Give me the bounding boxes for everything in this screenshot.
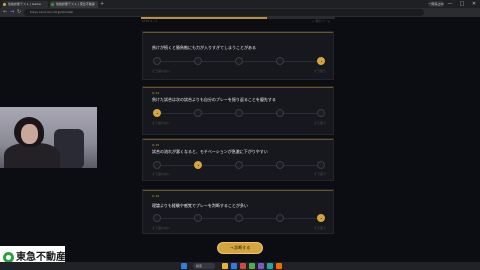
app-icon[interactable]	[249, 263, 255, 269]
scale-left-label: そう思わない	[152, 172, 171, 176]
scale-option-selected[interactable]	[153, 109, 161, 117]
minimize-button[interactable]: —	[444, 0, 456, 8]
window-controls: — □ ✕	[444, 0, 480, 8]
scale-option[interactable]	[276, 161, 284, 169]
file-explorer-icon[interactable]	[222, 263, 228, 269]
answer-scale	[153, 161, 325, 169]
question-number: Q.14	[152, 91, 160, 95]
scale-option[interactable]	[317, 161, 325, 169]
diagnose-button[interactable]: → 診断する	[217, 242, 263, 254]
scale-option-selected[interactable]	[317, 57, 325, 65]
maximize-button[interactable]: □	[456, 0, 468, 8]
scale-right-label: そう思う	[313, 69, 326, 73]
app-icon[interactable]	[276, 263, 282, 269]
start-menu-icon[interactable]	[181, 263, 187, 269]
scale-option[interactable]	[235, 161, 243, 169]
app-icon[interactable]	[258, 263, 264, 269]
question-card: Q.15 試合の流れが悪くなると、モチベーションが急激に下がりやすい そう思わな…	[142, 138, 334, 181]
question-text: 理論よりも経験や感覚でプレーを判断することが多い	[152, 203, 248, 208]
scale-left-label: そう思わない	[152, 69, 171, 73]
scale-option[interactable]	[153, 161, 161, 169]
scale-right-label: そう思う	[313, 172, 326, 176]
scale-right-label: そう思う	[313, 121, 326, 125]
scale-option[interactable]	[194, 57, 202, 65]
browser-tab-bar: 性格診断テスト | Game 性格診断テスト | 東急不動産 + 一時停止中 —…	[0, 0, 480, 8]
card-accent-line	[143, 87, 333, 88]
scale-option[interactable]	[153, 57, 161, 65]
app-icon[interactable]	[267, 263, 273, 269]
answer-scale	[153, 109, 325, 117]
question-card: Q.16 理論よりも経験や感覚でプレーを判断することが多い そう思わない そう思…	[142, 189, 334, 234]
profile-button[interactable]: 一時停止中	[428, 1, 444, 7]
question-text: 試合の流れが悪くなると、モチベーションが急激に下がりやすい	[152, 149, 268, 154]
back-page-link[interactable]: ← 前のページ	[312, 19, 330, 23]
back-icon[interactable]: ←	[3, 9, 7, 16]
question-text: 負けが続くと勝負勘にも力が入りすぎてしまうことがある	[152, 45, 256, 50]
scale-option[interactable]	[235, 57, 243, 65]
question-number: Q.16	[152, 194, 160, 198]
scale-right-label: そう思う	[313, 226, 326, 230]
scale-option[interactable]	[194, 109, 202, 117]
scale-option[interactable]	[276, 214, 284, 222]
scale-option[interactable]	[235, 109, 243, 117]
scale-option[interactable]	[276, 109, 284, 117]
answer-scale	[153, 57, 325, 65]
scale-left-label: そう思わない	[152, 226, 171, 230]
tab-title: 性格診断テスト | 東急不動産	[56, 2, 95, 6]
question-card: 負けが続くと勝負勘にも力が入りすぎてしまうことがある そう思わない そう思う	[142, 31, 334, 80]
address-bar-row: ← → ↻ tokyu-land-recruit.jp/shindan	[0, 8, 480, 17]
card-accent-line	[143, 32, 333, 33]
browser-tab[interactable]: 性格診断テスト | Game	[2, 1, 48, 8]
browser-tab-active[interactable]: 性格診断テスト | 東急不動産	[50, 1, 98, 8]
forward-icon[interactable]: →	[10, 9, 14, 16]
answer-scale	[153, 214, 325, 222]
new-tab-button[interactable]: +	[100, 1, 104, 8]
tab-favicon-icon	[51, 3, 54, 6]
tab-favicon-icon	[3, 3, 6, 6]
taskbar-search[interactable]: 検索	[193, 263, 215, 269]
taskbar-apps	[181, 263, 187, 269]
progress-bar-fill	[141, 17, 268, 19]
tab-title: 性格診断テスト | Game	[8, 2, 41, 6]
os-taskbar: 検索	[0, 262, 480, 270]
scale-option[interactable]	[153, 214, 161, 222]
scale-option-selected[interactable]	[194, 161, 202, 169]
question-number: Q.15	[152, 143, 160, 147]
progress-bar	[141, 17, 335, 19]
app-icon[interactable]	[240, 263, 246, 269]
question-card: Q.14 負けた試合は次の試合よりも自分のプレーを振り返ることを優先する そう思…	[142, 86, 334, 135]
scale-option[interactable]	[276, 57, 284, 65]
scale-option-selected[interactable]	[317, 214, 325, 222]
webcam-person-face	[21, 124, 38, 144]
scale-option[interactable]	[317, 109, 325, 117]
browser-app-icon[interactable]	[231, 263, 237, 269]
webcam-overlay	[0, 107, 97, 168]
url-field[interactable]: tokyu-land-recruit.jp/shindan	[24, 9, 424, 16]
scale-option[interactable]	[235, 214, 243, 222]
scale-option[interactable]	[194, 214, 202, 222]
scale-left-label: そう思わない	[152, 121, 171, 125]
pinned-apps	[222, 263, 282, 269]
close-button[interactable]: ✕	[468, 0, 480, 8]
card-accent-line	[143, 139, 333, 140]
question-text: 負けた試合は次の試合よりも自分のプレーを振り返ることを優先する	[152, 97, 276, 102]
step-indicator: STEP 2 / 2	[142, 19, 158, 23]
reload-icon[interactable]: ↻	[17, 9, 21, 16]
card-accent-line	[143, 190, 333, 191]
